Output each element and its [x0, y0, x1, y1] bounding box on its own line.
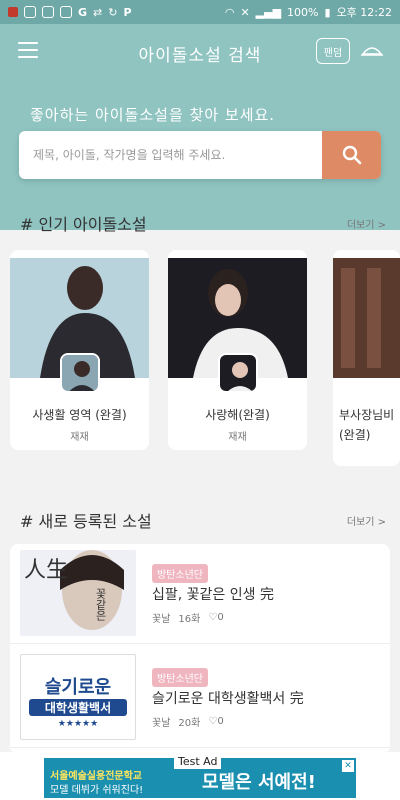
novel-episodes: 20화 [178, 718, 201, 729]
clock: 오후 12:22 [336, 6, 392, 19]
heart-icon: ♡0 [208, 716, 224, 727]
novel-episodes: 16화 [178, 614, 201, 625]
battery-icon: ▮ [324, 5, 331, 19]
app-bar: 아이돌소설 검색 팬덤 [0, 24, 400, 80]
card-title: 사생활 영역 (완결) [32, 408, 127, 422]
wifi-icon: ◠ [224, 5, 235, 19]
list-item[interactable]: 슬기로운 대학생활백서 ★★★★★ 방탄소년단 슬기로운 대학생활백서 完 꽃날… [10, 648, 390, 748]
ad-line2: 모델 데뷔가 쉬워진다! [50, 785, 144, 796]
like-count: 0 [217, 716, 224, 727]
novel-title: 십팔, 꽃같은 인생 完 [152, 587, 274, 603]
instagram-icon [24, 6, 36, 18]
sync-icon: ↻ [108, 5, 118, 19]
cover-image [333, 258, 400, 378]
new-section-title: # 새로 등록된 소설 [20, 512, 152, 531]
novel-author: 꽃날 [152, 718, 171, 729]
novel-meta: 꽃날 20화 ♡0 [152, 714, 224, 729]
author-avatar [60, 353, 100, 393]
popular-section-title: # 인기 아이돌소설 [20, 215, 147, 234]
status-bar: G ⇄ ↻ P ◠ ✕ ▂▄▆ 100% ▮ 오후 12:22 [0, 0, 400, 24]
popular-card[interactable]: 사랑해(완결) 재재 [168, 250, 307, 450]
hero-subtitle: 좋아하는 아이돌소설을 찾아 보세요. [30, 106, 276, 124]
group-badge: 방탄소년단 [152, 564, 208, 583]
search-bar [19, 131, 381, 179]
paypal-icon: P [123, 5, 132, 19]
signal-icon: ▂▄▆ [255, 5, 282, 19]
card-title-line2: (완결) [339, 428, 371, 442]
thumb-subtitle: 대학생활백서 [29, 699, 127, 716]
ad-line1: 서울예술실용전문학교 [50, 771, 142, 782]
search-button[interactable] [322, 131, 381, 179]
instagram-icon [42, 6, 54, 18]
heart-icon: ♡0 [208, 612, 224, 623]
novel-thumbnail: 슬기로운 대학생활백서 ★★★★★ [20, 654, 136, 740]
new-more-link[interactable]: 더보기 > [347, 513, 386, 528]
thumb-char: 人生 [24, 558, 69, 583]
popular-card[interactable]: 부사장님비 (완결) [333, 250, 400, 466]
battery-percent: 100% [287, 5, 319, 19]
new-novel-list: 人生 꽃같은 방탄소년단 십팔, 꽃같은 인생 完 꽃날 16화 ♡0 슬기로운… [10, 544, 390, 754]
list-item[interactable]: 人生 꽃같은 방탄소년단 십팔, 꽃같은 인생 完 꽃날 16화 ♡0 [10, 544, 390, 644]
mute-icon: ✕ [240, 5, 250, 19]
search-input[interactable] [19, 131, 322, 179]
like-count: 0 [217, 612, 224, 623]
thumb-text: 꽃같은 [94, 588, 107, 621]
group-badge: 방탄소년단 [152, 668, 208, 687]
stars-icon: ★★★★★ [57, 719, 99, 729]
card-title: 사랑해(완결) [205, 408, 270, 422]
novel-author: 꽃날 [152, 614, 171, 625]
card-author: 재재 [228, 432, 247, 443]
search-icon [342, 145, 361, 165]
ad-headline: 모델은 서예전! [202, 772, 316, 793]
status-icons-left: G ⇄ ↻ P [8, 6, 132, 19]
hat-icon[interactable] [361, 45, 383, 57]
popular-card[interactable]: 사생활 영역 (완결) 재재 [10, 250, 149, 450]
thumb-title: 슬기로운 [44, 677, 112, 698]
notification-icon [8, 7, 18, 17]
novel-thumbnail: 人生 꽃같은 [20, 550, 136, 636]
novel-title: 슬기로운 대학생활백서 完 [152, 691, 304, 707]
author-avatar [218, 353, 258, 393]
card-title: 부사장님비 [339, 408, 395, 422]
app-icon [60, 6, 72, 18]
popular-more-link[interactable]: 더보기 > [347, 216, 386, 231]
novel-meta: 꽃날 16화 ♡0 [152, 610, 224, 625]
ad-label: Test Ad [174, 754, 222, 769]
status-icons-right: ◠ ✕ ▂▄▆ 100% ▮ 오후 12:22 [225, 4, 392, 20]
fandom-button[interactable]: 팬덤 [316, 38, 350, 64]
google-icon: G [78, 5, 88, 19]
usb-icon: ⇄ [93, 5, 103, 19]
ad-close-icon[interactable]: ✕ [342, 760, 354, 772]
card-author: 재재 [70, 432, 89, 443]
